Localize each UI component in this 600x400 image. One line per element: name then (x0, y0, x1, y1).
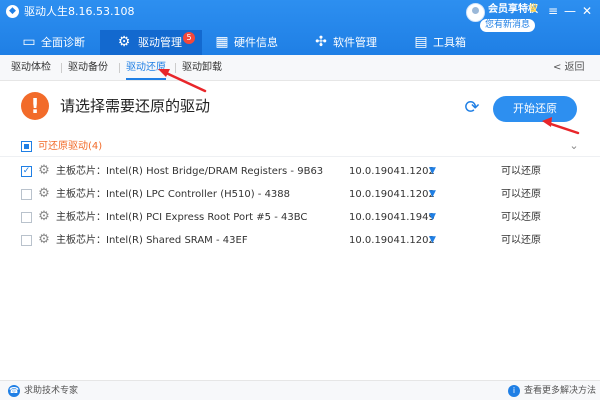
toolbox-icon: ▤ (414, 34, 428, 50)
driver-version: 10.0.19041.1202 (349, 166, 435, 177)
group-label: 可还原驱动(4) (38, 141, 103, 152)
driver-checkbox[interactable] (21, 212, 32, 223)
warning-icon: ! (21, 92, 49, 120)
chevron-down-icon[interactable]: ⌄ (567, 138, 581, 153)
menu-icon[interactable]: ≡ (546, 4, 560, 18)
refresh-icon[interactable]: ⟳ (462, 98, 482, 118)
divider (61, 63, 62, 73)
restore-status: 可以还原 (501, 235, 541, 246)
driver-row[interactable]: ⚙ 主板芯片： Intel(R) PCI Express Root Port #… (0, 206, 600, 229)
divider (175, 63, 176, 73)
restore-status: 可以还原 (501, 212, 541, 223)
tab-software-management[interactable]: ✣ 软件管理 (313, 30, 393, 55)
restorable-group-header: 可还原驱动(4) ⌄ (0, 137, 600, 157)
restore-status: 可以还原 (501, 189, 541, 200)
more-solutions-link[interactable]: 查看更多解决方法 (524, 385, 596, 397)
page-title: 请选择需要还原的驱动 (60, 97, 211, 115)
minimize-icon[interactable]: — (563, 4, 577, 18)
driver-checkbox[interactable] (21, 189, 32, 200)
tab-driver-management[interactable]: ⚙ 驱动管理 5 (100, 30, 202, 55)
driver-category: 主板芯片： (56, 235, 106, 246)
select-all-checkbox[interactable] (21, 141, 32, 152)
monitor-icon: ▭ (22, 34, 36, 50)
start-restore-button[interactable]: 开始还原 (493, 96, 577, 122)
back-button[interactable]: < 返回 (553, 55, 585, 80)
tab-hardware-info[interactable]: ▦ 硬件信息 (214, 30, 294, 55)
title-bar: ◆ 驱动人生8.16.53.108 会员享特权 ♛ 您有新消息 ≡ — ✕ ▭ … (0, 0, 600, 55)
driver-checkbox[interactable] (21, 235, 32, 246)
driver-checkbox[interactable]: ✓ (21, 166, 32, 177)
driver-version: 10.0.19041.1949 (349, 212, 435, 223)
driver-name: Intel(R) PCI Express Root Port #5 - 43BC (106, 212, 308, 223)
tab-full-diagnosis[interactable]: ▭ 全面诊断 (21, 30, 111, 55)
version-dropdown-icon[interactable]: ▼ (429, 188, 436, 201)
app-logo-icon: ◆ (6, 5, 19, 18)
version-dropdown-icon[interactable]: ▼ (429, 234, 436, 247)
gear-icon: ⚙ (38, 232, 50, 247)
driver-version: 10.0.19041.1202 (349, 235, 435, 246)
driver-category: 主板芯片： (56, 189, 106, 200)
driver-category: 主板芯片： (56, 166, 106, 177)
notification-badge: 5 (183, 32, 195, 44)
subtab-driver-backup[interactable]: 驱动备份 (68, 55, 108, 80)
apps-icon: ✣ (315, 34, 327, 50)
headset-icon: ☎ (8, 385, 20, 397)
driver-name: Intel(R) Shared SRAM - 43EF (106, 235, 248, 246)
driver-row[interactable]: ⚙ 主板芯片： Intel(R) Shared SRAM - 43EF 10.0… (0, 229, 600, 252)
info-icon: i (508, 385, 520, 397)
driver-name: Intel(R) Host Bridge/DRAM Registers - 9B… (106, 166, 324, 177)
gear-icon: ⚙ (38, 186, 50, 201)
driver-version: 10.0.19041.1202 (349, 189, 435, 200)
version-dropdown-icon[interactable]: ▼ (429, 211, 436, 224)
chip-icon: ▦ (215, 34, 229, 50)
version-dropdown-icon[interactable]: ▼ (429, 165, 436, 178)
gear-icon: ⚙ (38, 209, 50, 224)
app-title: 驱动人生8.16.53.108 (24, 5, 135, 18)
status-bar: ☎ 求助技术专家 i 查看更多解决方法 (0, 380, 600, 400)
subtab-driver-restore[interactable]: 驱动还原 (126, 55, 166, 80)
driver-name: Intel(R) LPC Controller (H510) - 4388 (106, 189, 291, 200)
divider (119, 63, 120, 73)
driver-row[interactable]: ✓ ⚙ 主板芯片： Intel(R) Host Bridge/DRAM Regi… (0, 160, 600, 183)
close-icon[interactable]: ✕ (580, 4, 594, 18)
crown-icon: ♛ (528, 1, 539, 15)
restore-status: 可以还原 (501, 166, 541, 177)
sub-navigation: 驱动体检 驱动备份 驱动还原 驱动卸载 < 返回 (0, 55, 600, 81)
gear-icon: ⚙ (38, 163, 50, 178)
expert-help-link[interactable]: 求助技术专家 (24, 385, 78, 397)
gear-icon: ⚙ (117, 34, 131, 50)
tab-toolbox[interactable]: ▤ 工具箱 (413, 30, 483, 55)
driver-row[interactable]: ⚙ 主板芯片： Intel(R) LPC Controller (H510) -… (0, 183, 600, 206)
message-badge[interactable]: 您有新消息 (480, 19, 536, 32)
driver-category: 主板芯片： (56, 212, 106, 223)
subtab-driver-check[interactable]: 驱动体检 (11, 55, 51, 80)
subtab-driver-uninstall[interactable]: 驱动卸载 (182, 55, 222, 80)
